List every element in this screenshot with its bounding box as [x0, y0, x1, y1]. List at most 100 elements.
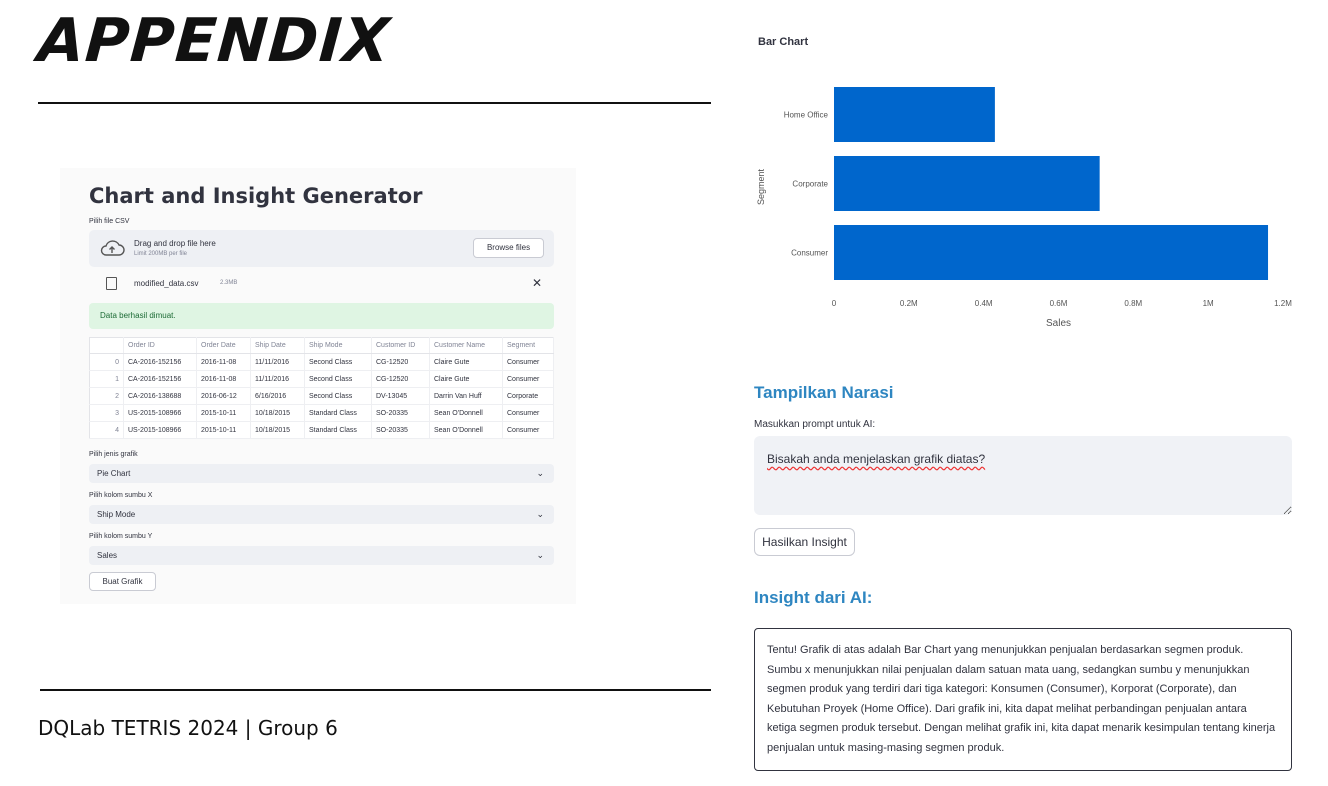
- table-cell: Claire Gute: [429, 353, 503, 371]
- make-chart-button[interactable]: Buat Grafik: [89, 572, 156, 591]
- bar-corporate: [834, 156, 1100, 211]
- table-cell: 10/18/2015: [250, 421, 305, 439]
- prompt-label: Masukkan prompt untuk AI:: [754, 419, 876, 430]
- column-header[interactable]: Ship Mode: [304, 337, 372, 354]
- table-cell: Second Class: [304, 353, 372, 371]
- insight-heading: Insight dari AI:: [754, 588, 873, 607]
- slide-footer: DQLab TETRIS 2024 | Group 6: [38, 716, 338, 740]
- app-screenshot-generator: Chart and Insight Generator Pilih file C…: [60, 168, 576, 604]
- table-cell: 2015-10-11: [196, 421, 251, 439]
- x-tick-label: 0.2M: [900, 299, 918, 308]
- bottom-divider: [40, 689, 711, 691]
- x-tick-label: 0.8M: [1124, 299, 1142, 308]
- table-cell: 11/11/2016: [250, 353, 305, 371]
- table-cell: Darrin Van Huff: [429, 387, 503, 405]
- chart-type-select[interactable]: Pie Chart ⌄: [89, 464, 554, 483]
- x-axis-value: Ship Mode: [97, 510, 136, 519]
- data-table[interactable]: Order ID Order Date Ship Date Ship Mode …: [89, 337, 554, 439]
- table-cell: Second Class: [304, 370, 372, 388]
- table-cell: CG-12520: [371, 370, 430, 388]
- file-size: 2.3MB: [220, 280, 238, 286]
- table-cell: 2016-11-08: [196, 370, 251, 388]
- chart-type-value: Pie Chart: [97, 469, 131, 478]
- table-cell: Standard Class: [304, 404, 372, 422]
- file-name: modified_data.csv: [134, 279, 199, 288]
- x-axis-title: Sales: [1046, 318, 1071, 329]
- column-header[interactable]: Customer ID: [371, 337, 430, 354]
- y-axis-value: Sales: [97, 551, 118, 560]
- table-cell: Sean O'Donnell: [429, 404, 503, 422]
- table-cell: 2016-11-08: [196, 353, 251, 371]
- table-cell: US-2015-108966: [123, 421, 197, 439]
- file-icon: [106, 277, 117, 290]
- column-header[interactable]: Order Date: [196, 337, 251, 354]
- narrative-heading: Tampilkan Narasi: [754, 383, 894, 402]
- chevron-down-icon: ⌄: [536, 468, 544, 478]
- table-row: 3 US-2015-108966 2015-10-11 10/18/2015 S…: [89, 404, 554, 422]
- uploaded-file-row: modified_data.csv 2.3MB ✕: [89, 274, 554, 294]
- table-row: 0 CA-2016-152156 2016-11-08 11/11/2016 S…: [89, 353, 554, 371]
- column-header[interactable]: Order ID: [123, 337, 197, 354]
- table-cell: 10/18/2015: [250, 404, 305, 422]
- y-axis-label: Pilih kolom sumbu Y: [89, 533, 153, 540]
- column-header[interactable]: Segment: [502, 337, 554, 354]
- insight-text: Tentu! Grafik di atas adalah Bar Chart y…: [754, 628, 1292, 771]
- column-header[interactable]: [89, 337, 124, 354]
- table-cell: 2016-06-12: [196, 387, 251, 405]
- x-tick-label: 0.4M: [975, 299, 993, 308]
- uploader-text: Drag and drop file here: [134, 239, 216, 248]
- chart-title: Bar Chart: [758, 36, 809, 48]
- generate-insight-button[interactable]: Hasilkan Insight: [754, 528, 855, 556]
- table-cell: US-2015-108966: [123, 404, 197, 422]
- table-cell: CA-2016-152156: [123, 353, 197, 371]
- table-cell: 6/16/2016: [250, 387, 305, 405]
- chevron-down-icon: ⌄: [536, 509, 544, 519]
- table-cell: SO-20335: [371, 421, 430, 439]
- top-divider: [38, 102, 711, 104]
- x-tick-label: 1M: [1203, 299, 1214, 308]
- x-tick-label: 1.2M: [1274, 299, 1292, 308]
- y-axis-title: Segment: [756, 168, 766, 205]
- close-icon[interactable]: ✕: [532, 276, 542, 290]
- bar-chart: Home Office Corporate Consumer 0 0.2M 0.4M 0.6…: [756, 87, 1292, 329]
- table-cell: Consumer: [502, 370, 554, 388]
- table-cell: CA-2016-138688: [123, 387, 197, 405]
- table-cell: Consumer: [502, 421, 554, 439]
- file-label: Pilih file CSV: [89, 218, 130, 225]
- browse-files-button[interactable]: Browse files: [473, 238, 544, 258]
- table-cell: SO-20335: [371, 404, 430, 422]
- column-header[interactable]: Customer Name: [429, 337, 503, 354]
- row-index: 4: [89, 421, 124, 439]
- table-cell: Sean O'Donnell: [429, 421, 503, 439]
- x-axis-label: Pilih kolom sumbu X: [89, 492, 153, 499]
- y-axis-select[interactable]: Sales ⌄: [89, 546, 554, 565]
- bar-home-office: [834, 87, 995, 142]
- table-header-row: Order ID Order Date Ship Date Ship Mode …: [89, 337, 554, 354]
- table-row: 1 CA-2016-152156 2016-11-08 11/11/2016 S…: [89, 370, 554, 388]
- row-index: 0: [89, 353, 124, 371]
- app-heading: Chart and Insight Generator: [89, 184, 423, 208]
- table-cell: 2015-10-11: [196, 404, 251, 422]
- row-index: 3: [89, 404, 124, 422]
- uploader-limit: Limit 200MB per file: [134, 251, 188, 257]
- table-cell: Consumer: [502, 404, 554, 422]
- table-cell: Corporate: [502, 387, 554, 405]
- prompt-input[interactable]: [754, 436, 1292, 515]
- file-uploader[interactable]: Drag and drop file here Limit 200MB per …: [89, 230, 554, 267]
- table-cell: Claire Gute: [429, 370, 503, 388]
- success-alert: Data berhasil dimuat.: [89, 303, 554, 329]
- x-tick-label: 0: [832, 299, 837, 308]
- x-axis-select[interactable]: Ship Mode ⌄: [89, 505, 554, 524]
- table-cell: Consumer: [502, 353, 554, 371]
- table-row: 2 CA-2016-138688 2016-06-12 6/16/2016 Se…: [89, 387, 554, 405]
- table-cell: CG-12520: [371, 353, 430, 371]
- slide-title: APPENDIX: [35, 6, 393, 76]
- chevron-down-icon: ⌄: [536, 550, 544, 560]
- chart-type-label: Pilih jenis grafik: [89, 451, 138, 458]
- row-index: 1: [89, 370, 124, 388]
- table-row: 4 US-2015-108966 2015-10-11 10/18/2015 S…: [89, 421, 554, 439]
- cloud-upload-icon: [100, 240, 125, 256]
- column-header[interactable]: Ship Date: [250, 337, 305, 354]
- table-cell: Second Class: [304, 387, 372, 405]
- table-cell: DV-13045: [371, 387, 430, 405]
